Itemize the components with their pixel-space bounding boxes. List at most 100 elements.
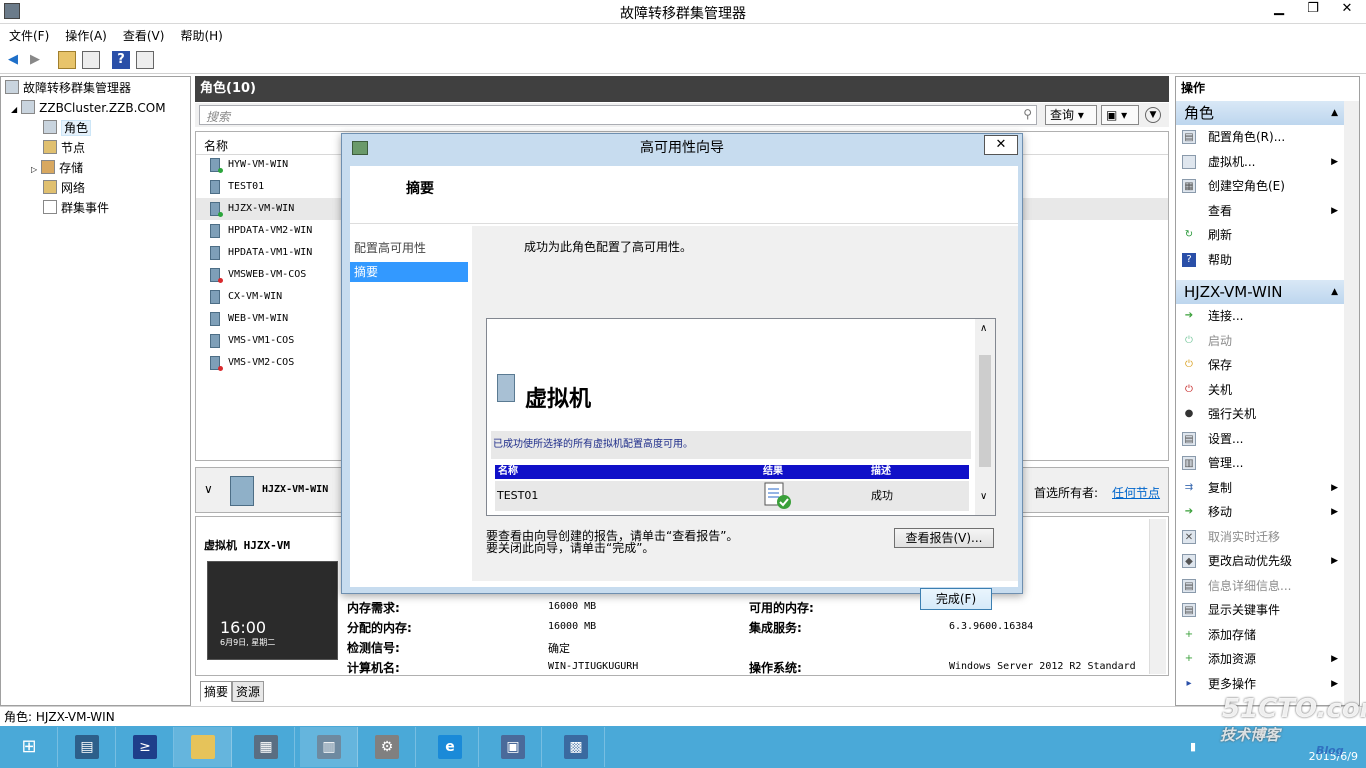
- tree-item-roles[interactable]: 角色: [43, 118, 92, 138]
- back-arrow-icon[interactable]: ◀: [4, 51, 22, 69]
- vm-thumbnail[interactable]: 16:00 6月9日, 星期二: [207, 561, 338, 660]
- cluster-icon: [21, 100, 36, 114]
- action-item[interactable]: ➔ 移动 ▶: [1176, 500, 1344, 524]
- show-action-pane-icon[interactable]: [136, 51, 154, 69]
- forward-arrow-icon[interactable]: ▶: [26, 51, 44, 69]
- actions-scrollbar[interactable]: [1344, 101, 1359, 705]
- action-item[interactable]: ▸ 更多操作 ▶: [1176, 672, 1344, 696]
- action-item[interactable]: 查看 ▶: [1176, 199, 1344, 223]
- view-report-button[interactable]: 查看报告(V)...: [894, 528, 994, 548]
- network-tray-icon[interactable]: ▮: [1190, 740, 1196, 753]
- action-item[interactable]: ▥ 管理...: [1176, 451, 1344, 475]
- menu-file[interactable]: 文件(F): [0, 24, 56, 44]
- tree-cluster[interactable]: ◢ ZZBCluster.ZZB.COM: [11, 98, 166, 118]
- row-name: HPDATA-VM2-WIN: [228, 225, 313, 236]
- finish-button[interactable]: 完成(F): [920, 588, 992, 610]
- search-input[interactable]: 搜索 ⚲: [199, 105, 1037, 125]
- action-item[interactable]: ✕ 取消实时迁移: [1176, 525, 1344, 549]
- tab-summary[interactable]: 摘要: [200, 681, 233, 702]
- action-item[interactable]: + 添加资源 ▶: [1176, 647, 1344, 671]
- app-icon: ▩: [564, 735, 588, 759]
- field-label: 可用的内存:: [749, 601, 814, 615]
- action-item[interactable]: ➔ 连接...: [1176, 304, 1344, 328]
- action-item[interactable]: 虚拟机... ▶: [1176, 150, 1344, 174]
- row-name: WEB-VM-WIN: [228, 313, 289, 324]
- taskbar-failover-cluster[interactable]: ▥: [300, 727, 358, 767]
- action-label: 管理...: [1208, 456, 1244, 470]
- wizard-step-configure[interactable]: 配置高可用性: [350, 238, 468, 258]
- taskbar-powershell[interactable]: ≥: [116, 727, 174, 767]
- action-item[interactable]: ↻ 刷新: [1176, 223, 1344, 247]
- action-item[interactable]: ? 帮助: [1176, 248, 1344, 272]
- action-label: 刷新: [1208, 228, 1233, 242]
- show-tree-icon[interactable]: [82, 51, 100, 69]
- start-button[interactable]: ⊞: [0, 727, 58, 767]
- wizard-main: 成功为此角色配置了高可用性。 虚拟机 已成功使所选择的所有虚拟机配置高度可用。 …: [472, 226, 1018, 610]
- vm-large-icon: [230, 476, 254, 506]
- help-icon: ?: [1182, 252, 1196, 267]
- maximize-button[interactable]: ❐: [1296, 0, 1330, 20]
- taskbar-hyperv[interactable]: ▦: [237, 727, 295, 767]
- action-item[interactable]: + 添加存储: [1176, 623, 1344, 647]
- preferred-owner-link[interactable]: 任何节点: [1112, 484, 1160, 501]
- watermark: 51CTO.com 技术博客 Blog: [1218, 694, 1366, 764]
- taskbar-server-manager[interactable]: ▤: [58, 727, 116, 767]
- action-item[interactable]: ⏻ 关机: [1176, 378, 1344, 402]
- action-label: 更改启动优先级: [1208, 554, 1293, 568]
- collapse-chevron-icon[interactable]: ∨: [204, 482, 213, 496]
- tree-item-networks[interactable]: 网络: [43, 178, 85, 198]
- collapse-arrow-icon[interactable]: ▷: [31, 165, 37, 174]
- tree-item-cluster-events[interactable]: 群集事件: [43, 198, 109, 218]
- menu-help[interactable]: 帮助(H): [171, 24, 229, 44]
- wizard-heading-text: 摘要: [406, 181, 434, 197]
- action-item[interactable]: ▤ 设置...: [1176, 427, 1344, 451]
- action-item[interactable]: ⏻ 保存: [1176, 353, 1344, 377]
- up-folder-icon[interactable]: [58, 51, 76, 69]
- wizard-close-button[interactable]: ✕: [984, 135, 1018, 155]
- vm-icon: [1182, 154, 1196, 169]
- action-label: 取消实时迁移: [1208, 529, 1281, 544]
- expand-arrow-icon[interactable]: ◢: [11, 105, 17, 114]
- taskbar-remote-desktop[interactable]: ▣: [484, 727, 542, 767]
- scroll-down-icon[interactable]: ∨: [980, 491, 987, 502]
- tab-resources[interactable]: 资源: [232, 681, 265, 702]
- taskbar-app[interactable]: ▩: [547, 727, 605, 767]
- action-item[interactable]: ⇉ 复制 ▶: [1176, 476, 1344, 500]
- field-label: 操作系统:: [749, 661, 802, 675]
- help-icon[interactable]: ?: [112, 51, 130, 69]
- storage-icon: [41, 160, 56, 174]
- tools-icon: ⚙: [375, 735, 399, 759]
- save-query-dropdown[interactable]: ▣ ▾: [1101, 105, 1139, 125]
- action-item[interactable]: ▤ 信息详细信息...: [1176, 574, 1344, 598]
- actions-section-vm[interactable]: HJZX-VM-WIN ▲: [1176, 280, 1344, 304]
- action-item[interactable]: ▤ 显示关键事件: [1176, 598, 1344, 622]
- taskbar-tools[interactable]: ⚙: [358, 727, 416, 767]
- collapse-toggle-icon[interactable]: ▼: [1145, 107, 1161, 123]
- tree-root[interactable]: 故障转移群集管理器: [5, 78, 131, 98]
- action-item[interactable]: ◆ 更改启动优先级 ▶: [1176, 549, 1344, 573]
- action-item[interactable]: ● 强行关机: [1176, 402, 1344, 426]
- manage-icon: ▥: [1182, 456, 1196, 470]
- query-dropdown[interactable]: 查询 ▾: [1045, 105, 1097, 125]
- search-icon[interactable]: ⚲: [1023, 107, 1032, 121]
- detail-scrollbar[interactable]: [1149, 519, 1166, 674]
- action-item[interactable]: ⏻ 启动: [1176, 329, 1344, 353]
- wizard-step-summary[interactable]: 摘要: [350, 262, 468, 282]
- report-scrollbar[interactable]: ∧ ∨: [975, 319, 995, 515]
- action-item[interactable]: ▦ 创建空角色(E): [1176, 174, 1344, 198]
- action-label: 关机: [1208, 382, 1233, 397]
- tree-item-storage[interactable]: ▷ 存储: [31, 158, 83, 178]
- actions-section-roles[interactable]: 角色 ▲: [1176, 101, 1344, 125]
- action-label: 连接...: [1208, 309, 1244, 323]
- scroll-up-icon[interactable]: ∧: [980, 323, 987, 334]
- menu-view[interactable]: 查看(V): [114, 24, 172, 44]
- vm-stopped-icon: [210, 356, 223, 371]
- menu-action[interactable]: 操作(A): [56, 24, 114, 44]
- taskbar-ie[interactable]: e: [421, 727, 479, 767]
- taskbar-explorer[interactable]: [174, 727, 232, 767]
- action-item[interactable]: ▤ 配置角色(R)...: [1176, 125, 1344, 149]
- tree-item-nodes[interactable]: 节点: [43, 138, 85, 158]
- close-button[interactable]: ✕: [1330, 0, 1364, 20]
- minimize-button[interactable]: ▁: [1262, 0, 1296, 20]
- scroll-thumb[interactable]: [979, 355, 991, 467]
